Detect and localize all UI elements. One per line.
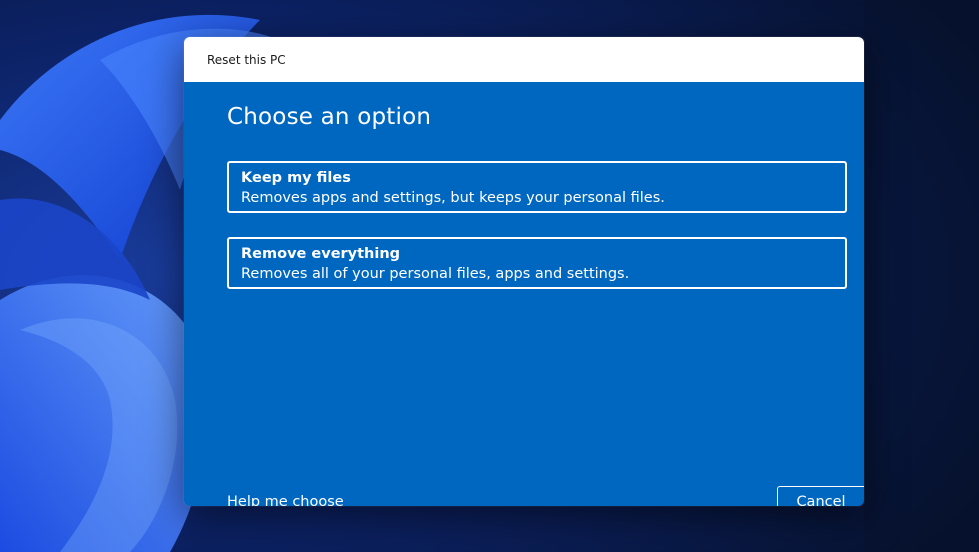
option-title: Remove everything	[241, 246, 401, 262]
dialog-titlebar: Reset this PC	[184, 37, 864, 82]
option-description: Removes apps and settings, but keeps you…	[241, 190, 665, 206]
keep-my-files-option[interactable]: Keep my files Removes apps and settings,…	[227, 161, 847, 213]
option-description: Removes all of your personal files, apps…	[241, 266, 630, 282]
remove-everything-option[interactable]: Remove everything Removes all of your pe…	[227, 237, 847, 289]
dialog-content: Choose an option Keep my files Removes a…	[184, 82, 864, 506]
page-title: Choose an option	[227, 104, 432, 130]
reset-pc-dialog: Reset this PC Choose an option Keep my f…	[184, 37, 864, 506]
help-me-choose-link[interactable]: Help me choose	[227, 494, 344, 506]
dialog-title: Reset this PC	[207, 52, 286, 67]
cancel-button[interactable]: Cancel	[777, 486, 864, 506]
option-title: Keep my files	[241, 170, 351, 186]
